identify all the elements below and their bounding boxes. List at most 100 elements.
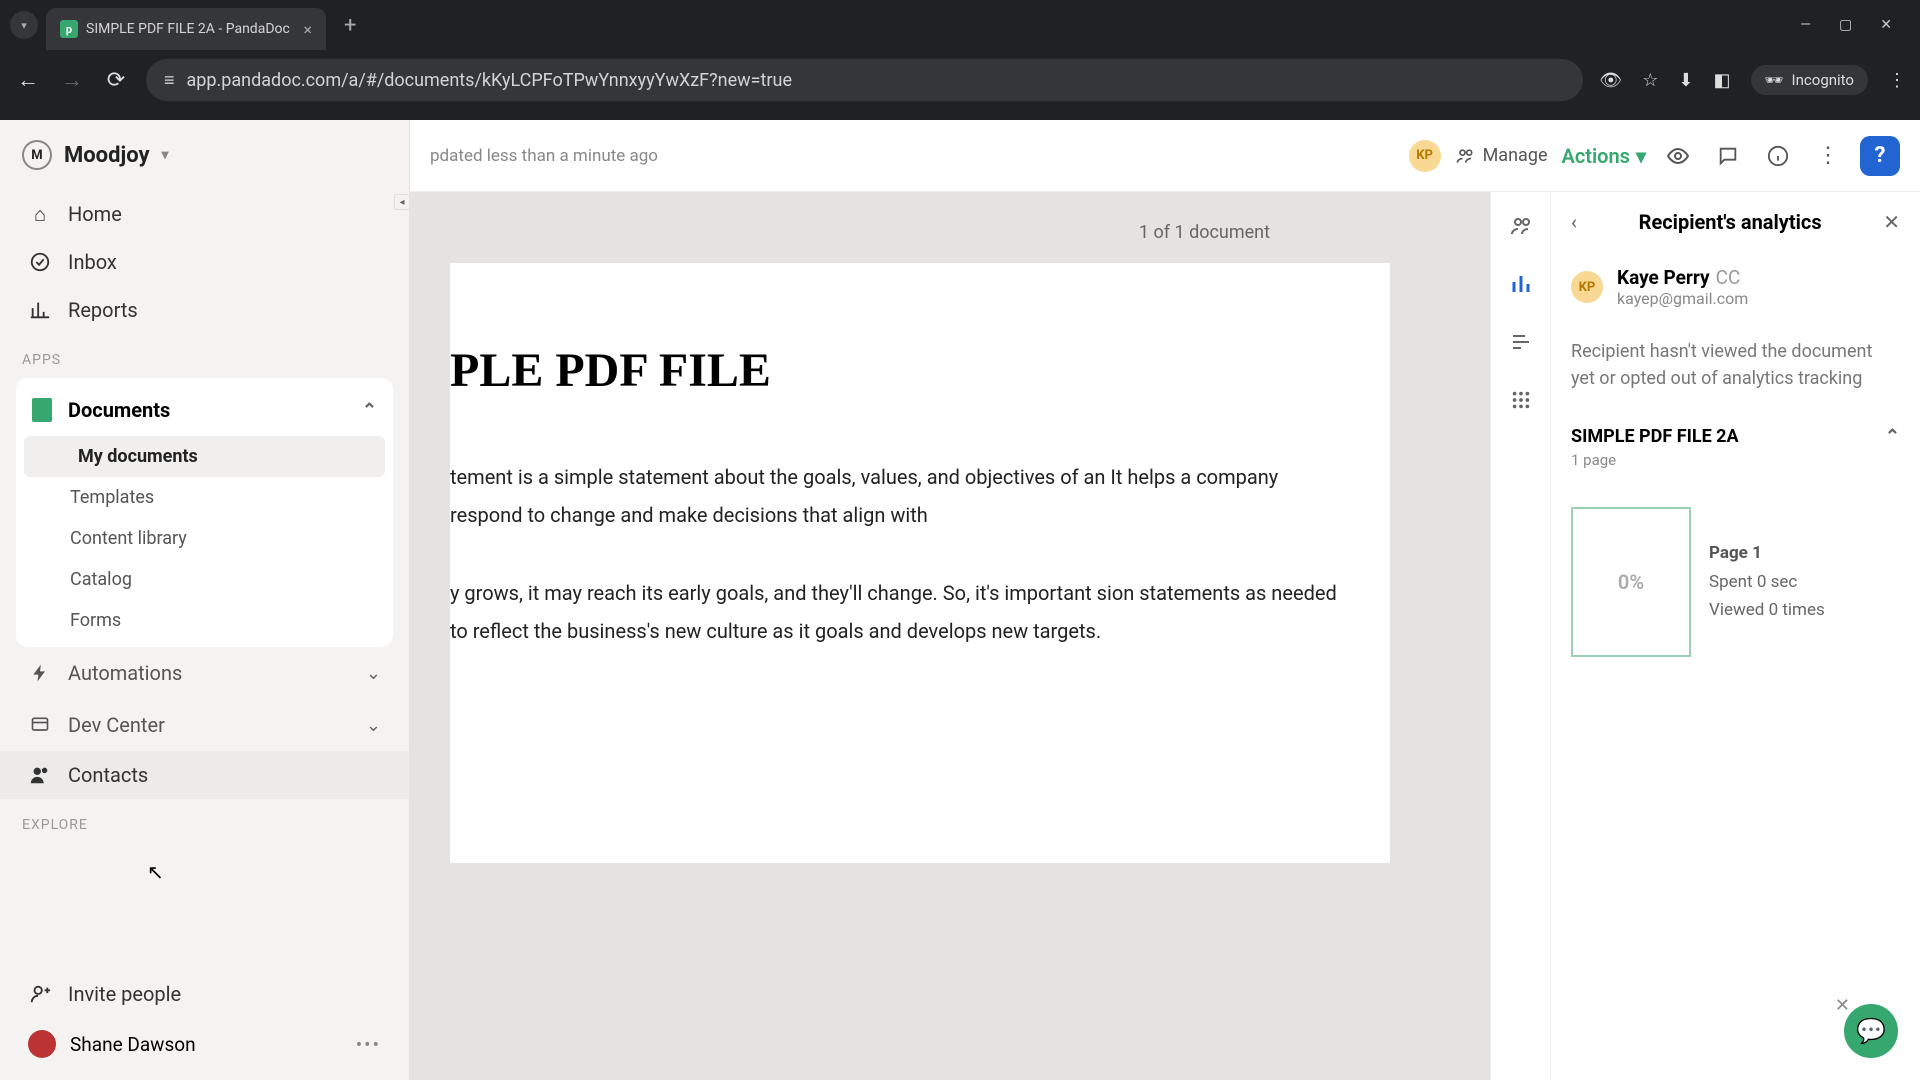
document-viewer[interactable]: 1 of 1 document PLE PDF FILE tement is a… [410,192,1490,1080]
chat-icon: 💬 [1856,1017,1886,1045]
sidebar: M Moodjoy ▾ ⌂ Home ◂ Inbox Reports [0,120,410,1080]
document-paragraph: tement is a simple statement about the g… [450,458,1340,534]
rail-apps-icon[interactable] [1507,386,1535,414]
address-bar: ← → ⟳ ≡ app.pandadoc.com/a/#/documents/k… [0,50,1920,110]
sidebar-subitem-forms[interactable]: Forms [16,600,393,641]
reload-button[interactable]: ⟳ [102,68,130,93]
home-icon: ⌂ [28,202,52,226]
analytics-message: Recipient hasn't viewed the document yet… [1551,322,1920,408]
comment-icon [1717,145,1739,167]
help-button[interactable]: ? [1860,136,1900,176]
chevron-down-icon: ▾ [162,147,169,163]
bookmark-icon[interactable]: ☆ [1642,70,1658,91]
forward-button[interactable]: → [58,67,86,93]
chat-close-button[interactable]: ✕ [1835,995,1850,1016]
recipient-avatar-badge[interactable]: KP [1409,140,1441,172]
window-controls: — ▢ ✕ [1800,17,1910,33]
eye-off-icon[interactable]: 👁 [1599,70,1622,91]
sidebar-subitem-content-library[interactable]: Content library [16,518,393,559]
document-topbar: pdated less than a minute ago KP Manage … [410,120,1920,192]
page-stats: Page 1 Spent 0 sec Viewed 0 times [1709,539,1825,626]
info-icon [1767,145,1789,167]
recipient-avatar: KP [1571,271,1603,303]
chevron-up-icon: ⌃ [362,400,377,421]
collapse-caret-icon[interactable]: ◂ [394,194,409,210]
recipient-name: Kaye PerryCC [1617,266,1748,289]
tab-search-button[interactable]: ▾ [10,11,38,39]
analytics-doc-section[interactable]: SIMPLE PDF FILE 2A ⌃ 1 page [1551,408,1920,487]
url-input[interactable]: ≡ app.pandadoc.com/a/#/documents/kKyLCPF… [146,59,1583,101]
main-content: pdated less than a minute ago KP Manage … [410,120,1920,1080]
invite-icon [28,982,52,1006]
dev-icon [28,713,52,737]
more-button[interactable]: ⋮ [1810,138,1846,174]
recipient-email: kayep@gmail.com [1617,289,1748,308]
maximize-button[interactable]: ▢ [1839,17,1852,33]
site-info-icon[interactable]: ≡ [164,70,175,91]
comments-button[interactable] [1710,138,1746,174]
url-text: app.pandadoc.com/a/#/documents/kKyLCPFoT… [187,70,792,91]
current-user[interactable]: Shane Dawson ••• [0,1018,409,1070]
tab-title: SIMPLE PDF FILE 2A - PandaDoc [86,21,290,37]
document-count: 1 of 1 document [450,222,1450,243]
minimize-button[interactable]: — [1800,17,1811,33]
close-window-button[interactable]: ✕ [1880,17,1892,33]
eye-icon [1666,144,1690,168]
rail-analytics-icon[interactable] [1507,270,1535,298]
sidebar-subitem-catalog[interactable]: Catalog [16,559,393,600]
chevron-up-icon: ⌃ [1885,426,1900,447]
chevron-down-icon: ⌄ [366,663,381,684]
panel-back-button[interactable]: ‹ [1571,210,1577,234]
app-root: M Moodjoy ▾ ⌂ Home ◂ Inbox Reports [0,120,1920,1080]
rail-timeline-icon[interactable] [1507,328,1535,356]
sidebar-item-dev-center[interactable]: Dev Center ⌄ [0,699,409,751]
actions-button[interactable]: Actions ▾ [1561,144,1646,168]
rail-recipients-icon[interactable] [1507,212,1535,240]
user-menu-icon[interactable]: ••• [356,1033,381,1056]
incognito-badge[interactable]: 🕶 Incognito [1751,65,1869,95]
document-area: 1 of 1 document PLE PDF FILE tement is a… [410,192,1920,1080]
download-icon[interactable]: ⬇ [1678,70,1693,91]
new-tab-button[interactable]: + [344,13,356,38]
close-tab-icon[interactable]: × [303,20,312,39]
analytics-panel: ‹ Recipient's analytics ✕ KP Kaye PerryC… [1550,192,1920,1080]
sidebar-subitem-my-documents[interactable]: My documents [24,436,385,477]
sidebar-item-home[interactable]: ⌂ Home [0,190,409,238]
manage-button[interactable]: Manage [1455,145,1548,166]
browser-chrome: ▾ p SIMPLE PDF FILE 2A - PandaDoc × + — … [0,0,1920,120]
org-name: Moodjoy [64,143,150,168]
back-button[interactable]: ← [14,67,42,93]
invite-people-button[interactable]: Invite people [0,970,409,1018]
sidebar-footer: Invite people Shane Dawson ••• [0,960,409,1080]
sidebar-subitem-templates[interactable]: Templates [16,477,393,518]
analytics-doc-name: SIMPLE PDF FILE 2A [1571,426,1739,447]
reports-icon [28,298,52,322]
browser-menu-icon[interactable]: ⋮ [1888,70,1906,91]
user-avatar [28,1030,56,1058]
sidepanel-icon[interactable]: ◧ [1713,70,1730,91]
sidebar-scroll: ⌂ Home ◂ Inbox Reports APPS Docu [0,190,409,960]
tab-bar: ▾ p SIMPLE PDF FILE 2A - PandaDoc × + — … [0,0,1920,50]
panel-header: ‹ Recipient's analytics ✕ [1551,192,1920,252]
sidebar-item-documents[interactable]: Documents ⌃ [16,384,393,436]
org-switcher[interactable]: M Moodjoy ▾ [0,120,409,190]
document-paragraph: y grows, it may reach its early goals, a… [450,574,1340,650]
preview-button[interactable] [1660,138,1696,174]
sidebar-item-inbox[interactable]: Inbox [0,238,409,286]
chat-widget-button[interactable]: 💬 [1844,1004,1898,1058]
apps-section-label: APPS [0,334,409,378]
panel-close-button[interactable]: ✕ [1883,210,1900,234]
page-thumbnail[interactable]: 0% [1571,507,1691,657]
recipient-row[interactable]: KP Kaye PerryCC kayep@gmail.com [1551,252,1920,322]
toolbar-actions: 👁 ☆ ⬇ ◧ 🕶 Incognito ⋮ [1599,65,1906,95]
document-title: PLE PDF FILE [450,343,1340,398]
sidebar-item-reports[interactable]: Reports [0,286,409,334]
incognito-icon: 🕶 [1765,71,1784,89]
chevron-down-icon: ▾ [21,19,27,32]
info-button[interactable] [1760,138,1796,174]
sidebar-item-contacts[interactable]: Contacts [0,751,409,799]
documents-group: Documents ⌃ My documents Templates Conte… [16,378,393,647]
sidebar-item-automations[interactable]: Automations ⌄ [0,647,409,699]
people-icon [1455,146,1475,166]
browser-tab[interactable]: p SIMPLE PDF FILE 2A - PandaDoc × [46,8,326,50]
